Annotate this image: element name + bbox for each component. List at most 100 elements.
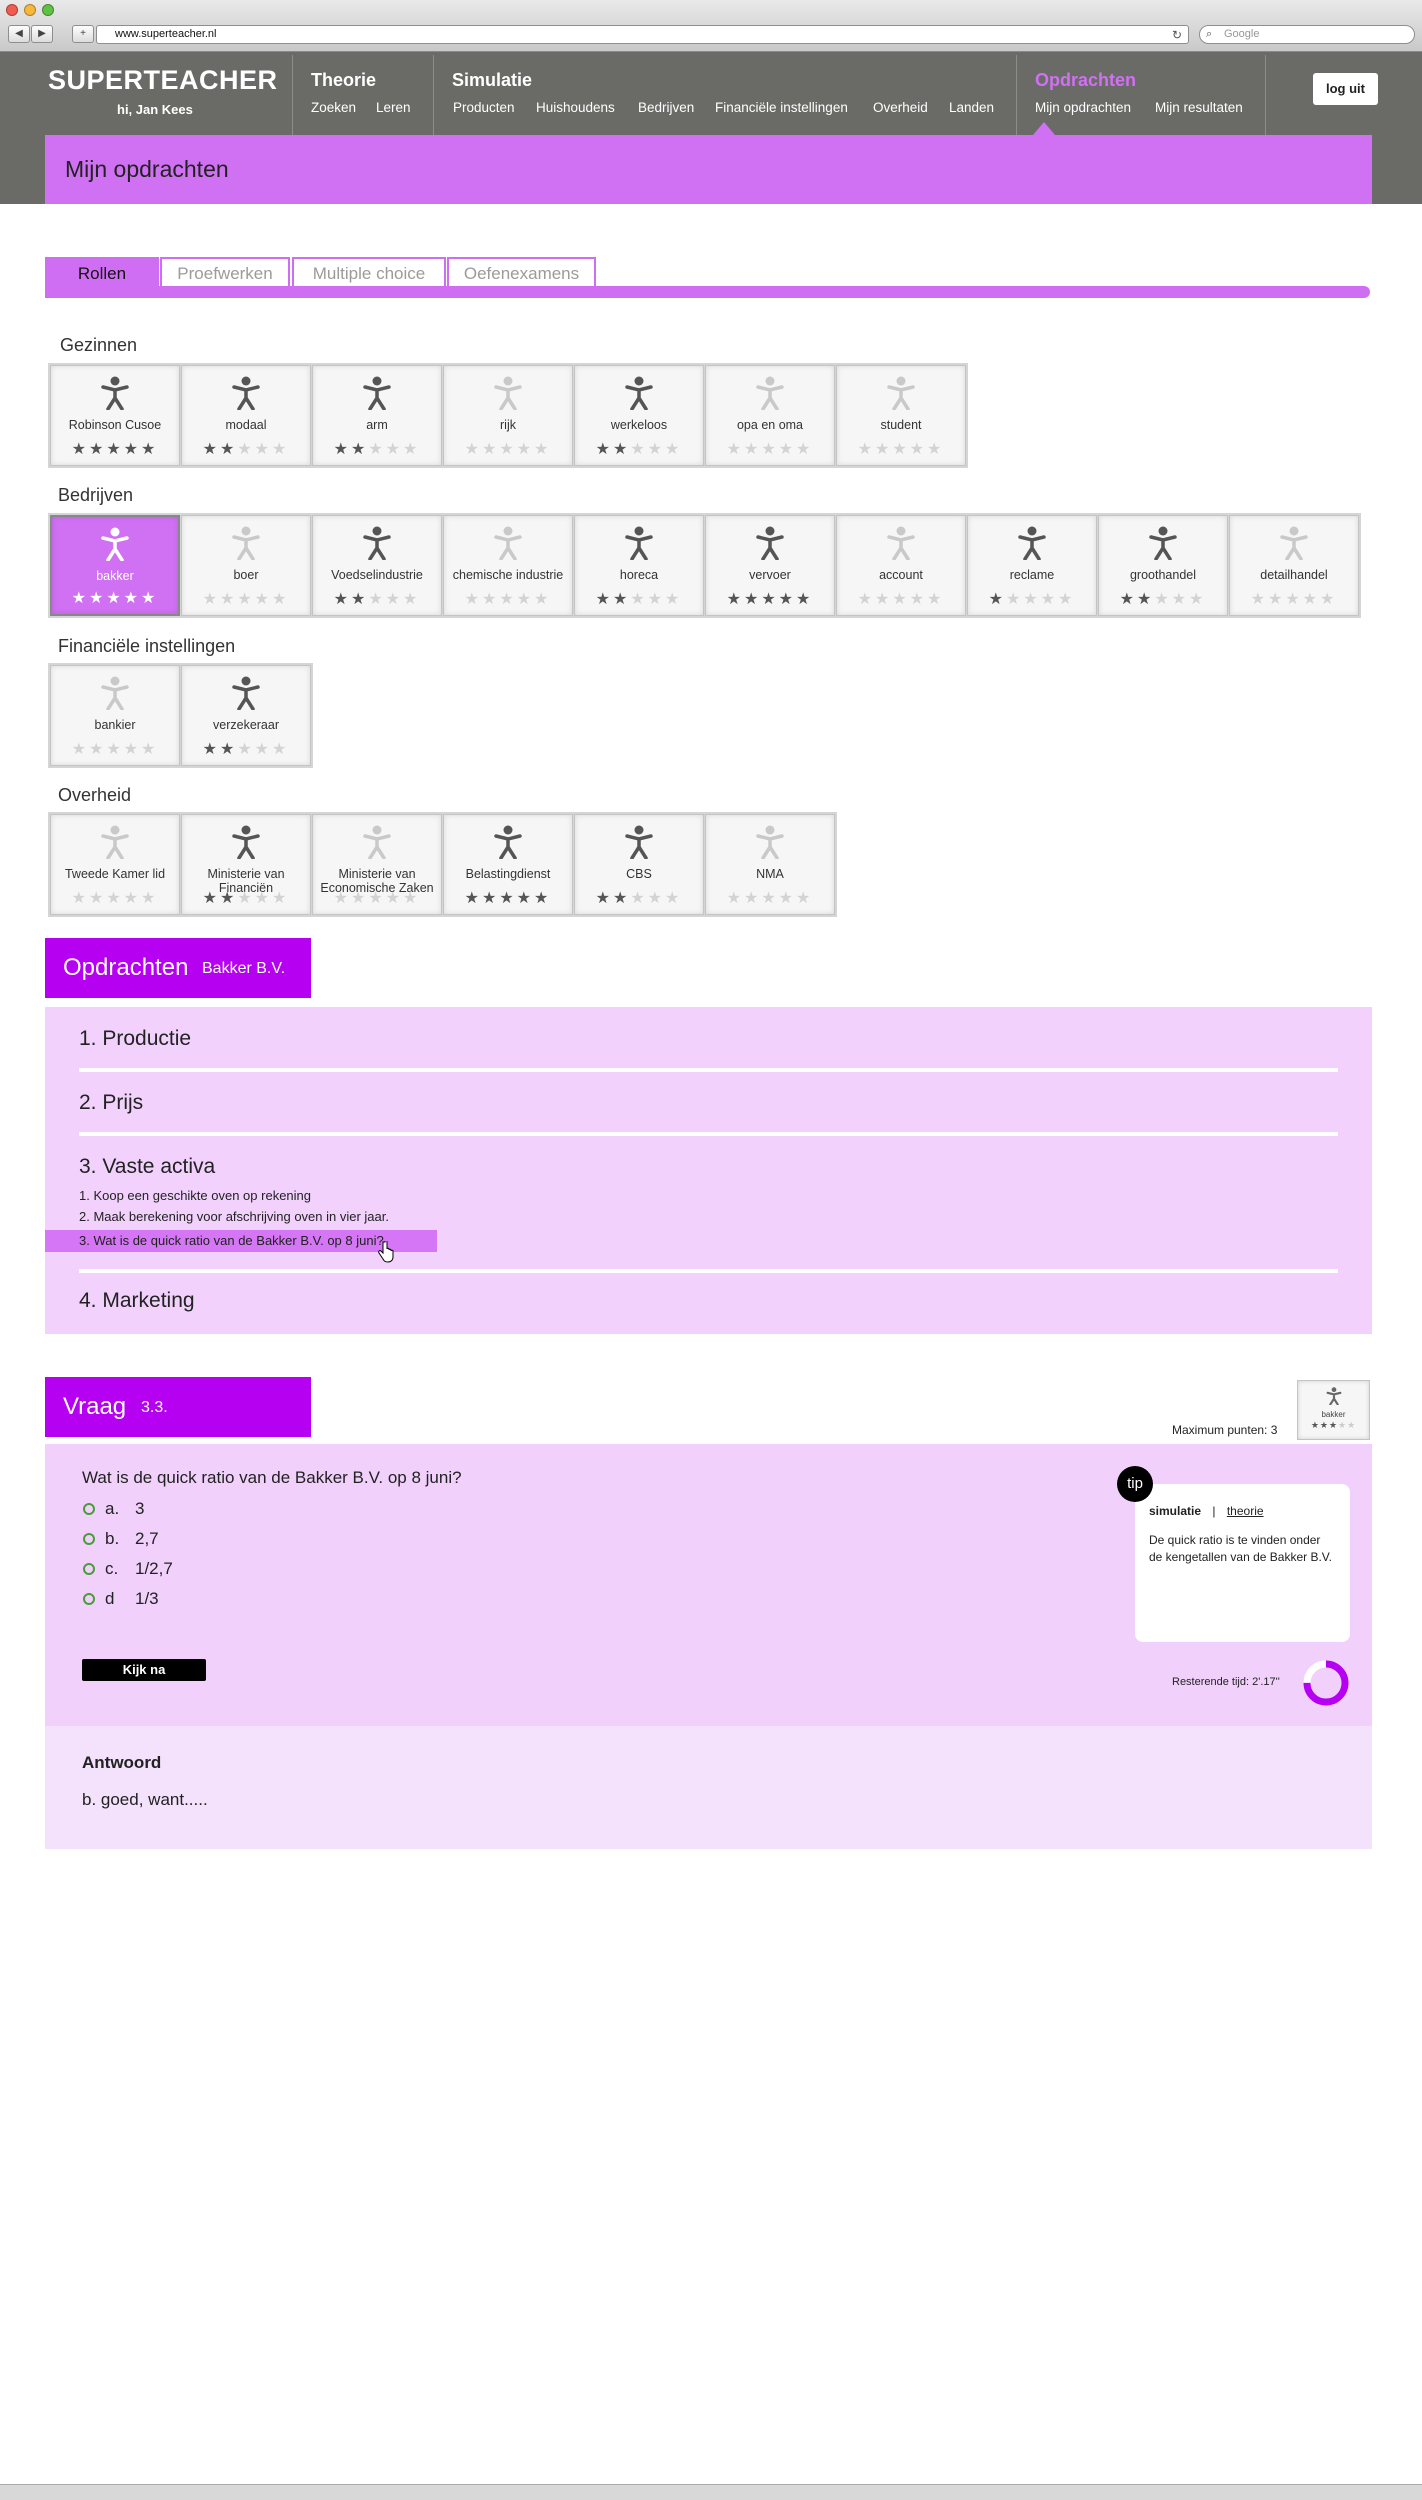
role-card[interactable]: rijk ★★★★★ (443, 365, 573, 466)
star-rating: ★★★★★ (182, 888, 310, 908)
radio-icon[interactable] (83, 1563, 95, 1575)
role-card[interactable]: Robinson Cusoe ★★★★★ (50, 365, 180, 466)
logout-button[interactable]: log uit (1313, 73, 1378, 105)
tip-text: De quick ratio is te vinden onder de ken… (1149, 1533, 1333, 1564)
tab-rollen[interactable]: Rollen (45, 257, 159, 289)
person-icon (100, 676, 130, 711)
person-icon (362, 825, 392, 860)
role-card[interactable]: boer ★★★★★ (181, 515, 311, 616)
radio-icon[interactable] (83, 1533, 95, 1545)
role-card[interactable]: CBS ★★★★★ (574, 814, 704, 915)
role-card[interactable]: verzekeraar ★★★★★ (181, 665, 311, 766)
nav-link-leren[interactable]: Leren (376, 100, 411, 115)
role-card[interactable]: bankier ★★★★★ (50, 665, 180, 766)
star-icon: ★ (219, 890, 238, 907)
zoom-window-icon[interactable] (42, 4, 54, 16)
nav-link-bedrijven[interactable]: Bedrijven (638, 100, 694, 115)
tab-oefenexamens[interactable]: Oefenexamens (447, 257, 596, 289)
tab-multiple-choice[interactable]: Multiple choice (292, 257, 446, 289)
star-icon: ★ (202, 441, 220, 458)
person-icon (362, 376, 392, 411)
role-card[interactable]: opa en oma ★★★★★ (705, 365, 835, 466)
check-answer-button[interactable]: Kijk na (82, 1659, 206, 1681)
question-panel: Wat is de quick ratio van de Bakker B.V.… (45, 1444, 1372, 1726)
role-card[interactable]: detailhandel ★★★★★ (1229, 515, 1359, 616)
reload-icon[interactable]: ↻ (1172, 28, 1182, 42)
star-icon: ★ (630, 591, 648, 608)
role-card[interactable]: groothandel ★★★★★ (1098, 515, 1228, 616)
star-icon: ★ (237, 441, 255, 458)
nav-link-mijn-opdrachten[interactable]: Mijn opdrachten (1035, 100, 1131, 115)
role-card[interactable]: Tweede Kamer lid ★★★★★ (50, 814, 180, 915)
role-card[interactable]: Belastingdienst ★★★★★ (443, 814, 573, 915)
star-icon: ★ (927, 591, 945, 608)
nav-link-financiele-instellingen[interactable]: Financiële instellingen (715, 100, 848, 115)
radio-icon[interactable] (83, 1503, 95, 1515)
role-card[interactable]: reclame ★★★★★ (967, 515, 1097, 616)
role-card[interactable]: bakker ★★★★★ (50, 515, 180, 616)
star-icon: ★ (1320, 591, 1338, 608)
subtask-2[interactable]: 2. Maak berekening voor afschrijving ove… (79, 1209, 389, 1224)
task-productie[interactable]: 1. Productie (79, 1027, 191, 1051)
star-rating: ★★★★★ (706, 888, 834, 908)
star-rating: ★★★★★ (313, 888, 441, 908)
role-card[interactable]: arm ★★★★★ (312, 365, 442, 466)
star-icon: ★ (403, 890, 421, 907)
star-icon: ★ (385, 441, 404, 458)
role-card[interactable]: Ministerie van Financiën ★★★★★ (181, 814, 311, 915)
minimize-window-icon[interactable] (24, 4, 36, 16)
nav-section-simulatie[interactable]: Simulatie (452, 70, 532, 91)
star-icon: ★ (71, 741, 89, 758)
superteacher-logo[interactable]: SUPERTEACHER (48, 65, 278, 96)
close-window-icon[interactable] (6, 4, 18, 16)
star-icon: ★ (499, 591, 517, 608)
nav-link-producten[interactable]: Producten (453, 100, 515, 115)
option-c[interactable]: c. 1/2,7 (83, 1559, 173, 1579)
star-icon: ★ (254, 890, 273, 907)
role-card[interactable]: vervoer ★★★★★ (705, 515, 835, 616)
tip-tab-theorie[interactable]: theorie (1227, 1504, 1264, 1518)
role-card[interactable]: Ministerie van Economische Zaken ★★★★★ (312, 814, 442, 915)
add-bookmark-icon[interactable]: + (72, 25, 94, 43)
subtask-1[interactable]: 1. Koop een geschikte oven op rekening (79, 1188, 311, 1203)
role-card[interactable]: account ★★★★★ (836, 515, 966, 616)
nav-link-overheid[interactable]: Overheid (873, 100, 928, 115)
tip-badge[interactable]: tip (1117, 1466, 1153, 1502)
radio-icon[interactable] (83, 1593, 95, 1605)
star-rating: ★★★★★ (51, 739, 179, 759)
option-b[interactable]: b. 2,7 (83, 1529, 159, 1549)
star-icon: ★ (595, 441, 613, 458)
role-card[interactable]: modaal ★★★★★ (181, 365, 311, 466)
star-icon: ★ (71, 441, 89, 458)
role-card[interactable]: chemische industrie ★★★★★ (443, 515, 573, 616)
subtask-3[interactable]: 3. Wat is de quick ratio van de Bakker B… (79, 1233, 384, 1248)
forward-icon[interactable]: ▶ (31, 25, 53, 43)
search-icon: ⌕ (1206, 28, 1213, 40)
address-bar[interactable]: www.superteacher.nl (96, 25, 1189, 44)
nav-section-theorie[interactable]: Theorie (311, 70, 376, 91)
option-d[interactable]: d 1/3 (83, 1589, 159, 1609)
active-section-caret (1033, 122, 1055, 135)
person-icon (1017, 526, 1047, 561)
search-field[interactable]: Google (1199, 25, 1415, 44)
role-card[interactable]: Voedselindustrie ★★★★★ (312, 515, 442, 616)
back-icon[interactable]: ◀ (8, 25, 30, 43)
star-icon: ★ (106, 890, 124, 907)
role-card[interactable]: NMA ★★★★★ (705, 814, 835, 915)
task-prijs[interactable]: 2. Prijs (79, 1091, 143, 1115)
nav-link-mijn-resultaten[interactable]: Mijn resultaten (1155, 100, 1243, 115)
task-vaste-activa[interactable]: 3. Vaste activa (79, 1155, 215, 1179)
tab-proefwerken[interactable]: Proefwerken (160, 257, 290, 289)
nav-link-landen[interactable]: Landen (949, 100, 994, 115)
nav-section-opdrachten[interactable]: Opdrachten (1035, 70, 1136, 91)
task-marketing[interactable]: 4. Marketing (79, 1289, 195, 1313)
option-a[interactable]: a. 3 (83, 1499, 144, 1519)
nav-link-zoeken[interactable]: Zoeken (311, 100, 356, 115)
tip-tab-simulatie[interactable]: simulatie (1149, 1504, 1201, 1518)
role-card[interactable]: student ★★★★★ (836, 365, 966, 466)
nav-link-huishoudens[interactable]: Huishoudens (536, 100, 615, 115)
page-title-bar: Mijn opdrachten (45, 135, 1372, 204)
role-card[interactable]: werkeloos ★★★★★ (574, 365, 704, 466)
star-icon: ★ (368, 591, 386, 608)
role-card[interactable]: horeca ★★★★★ (574, 515, 704, 616)
